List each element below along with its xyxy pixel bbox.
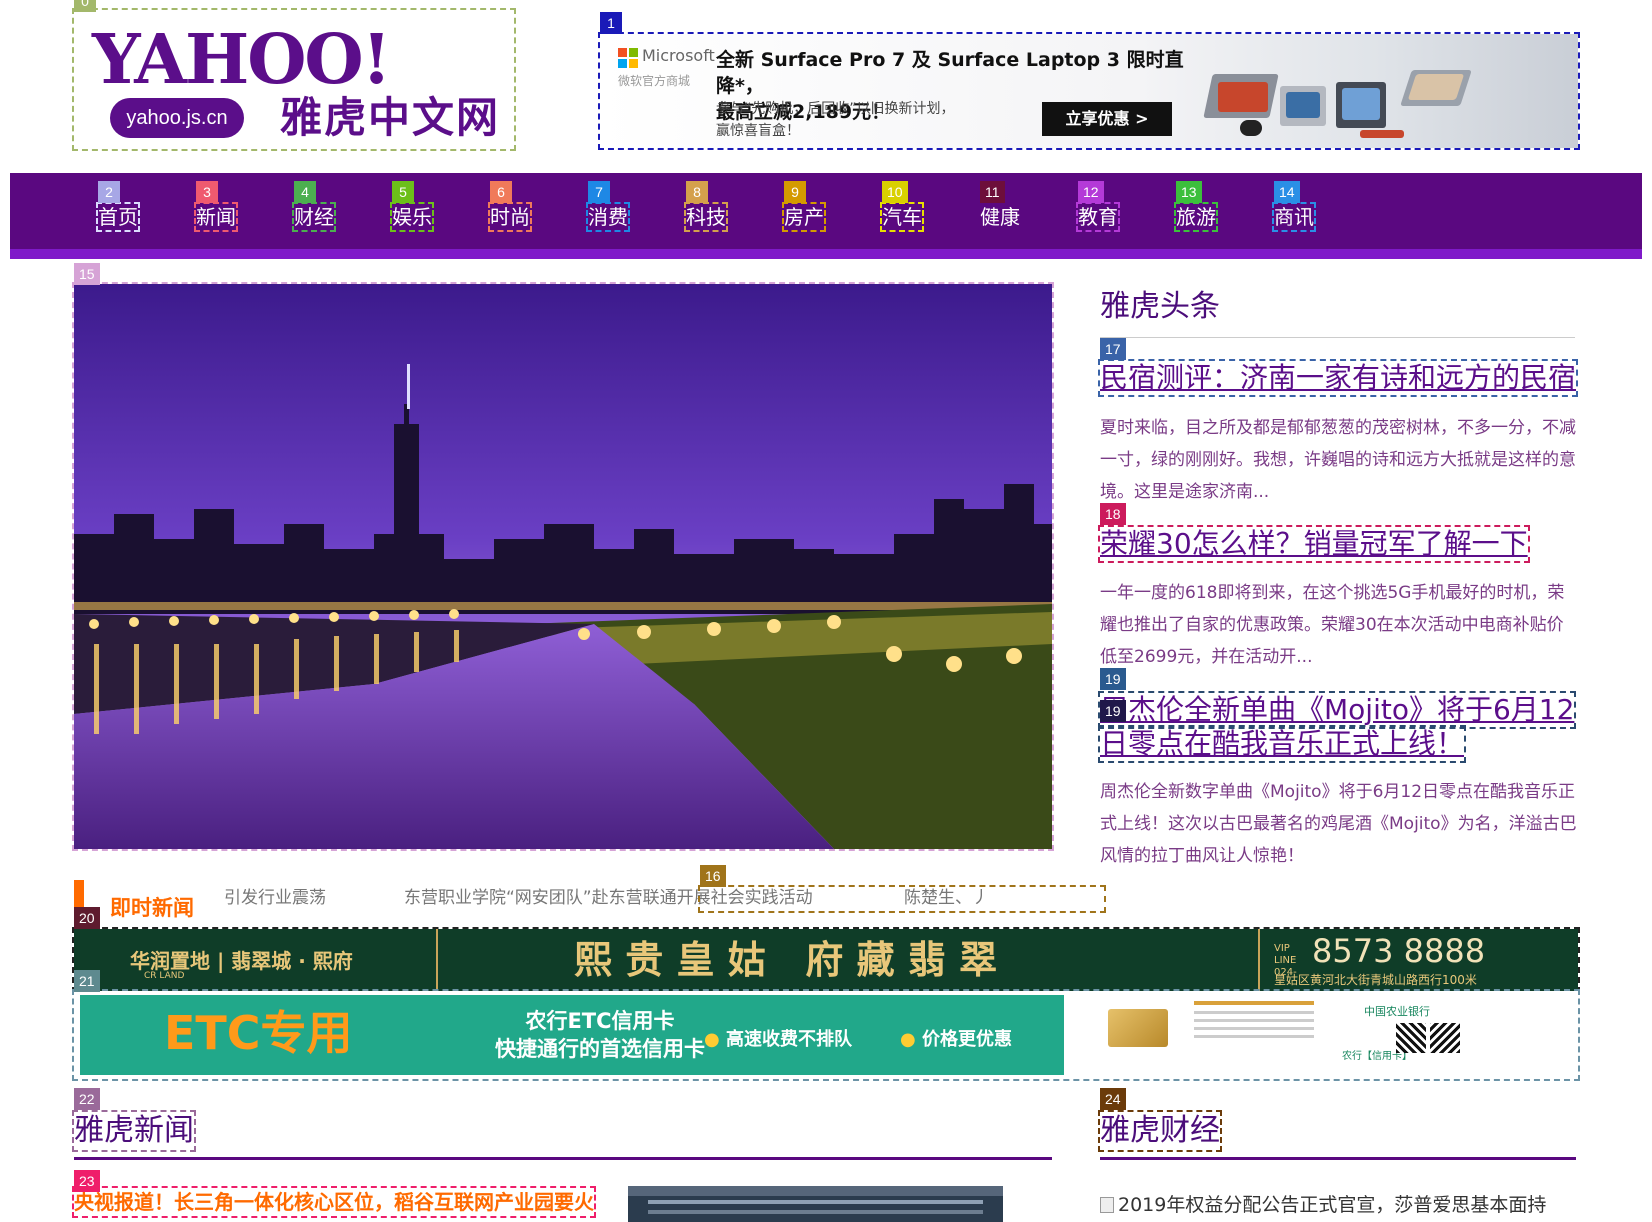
credit-card-image <box>1108 1009 1168 1047</box>
badge-12: 12 <box>1078 181 1104 203</box>
badge-22: 22 <box>74 1088 100 1110</box>
badge-19b: 19 <box>1100 700 1126 722</box>
finance-section-divider <box>1100 1157 1576 1160</box>
nav-item-education[interactable]: 教育 <box>1076 202 1120 232</box>
ad-sub-line1: 参与“先购机，后回收”以旧换新计划， <box>716 101 955 117</box>
jade-ad-brand-en: CR LAND <box>144 971 185 981</box>
jade-ad-phone: 8573 8888 <box>1312 932 1486 970</box>
nav-item-tech[interactable]: 科技 <box>684 202 728 232</box>
badge-20: 20 <box>74 907 100 929</box>
headlines-divider <box>1100 337 1575 338</box>
badge-8: 8 <box>686 181 708 203</box>
jade-ad-slogan: 熙 贵 皇 姑 府 藏 翡 翠 <box>574 937 998 982</box>
badge-10: 10 <box>882 181 908 203</box>
finance-news-item[interactable]: 2019年权益分配公告正式官宣，莎普爱思基本面持 <box>1100 1192 1546 1218</box>
logo-domain: yahoo.js.cn <box>110 98 244 138</box>
badge-21: 21 <box>74 970 100 992</box>
etc-ad-feature2-text: 价格更优惠 <box>922 1029 1012 1050</box>
ad-sub-line2: 赢惊喜盲盒！ <box>716 123 800 139</box>
badge-7: 7 <box>588 181 610 203</box>
badge-17: 17 <box>1100 338 1126 360</box>
jade-ad-brand: 华润置地 | 翡翠城 · 熙府 <box>130 949 353 973</box>
lead-news-link[interactable]: 央视报道！长三角一体化核心区位，稻谷互联网产业园要火 <box>72 1186 596 1218</box>
etc-ad-feature2: ● 价格更优惠 <box>900 1025 1012 1051</box>
logo-cn-name: 雅虎中文网 <box>280 93 501 142</box>
etc-ad-bank: 中国农业银行 <box>1364 1005 1430 1018</box>
badge-13: 13 <box>1176 181 1202 203</box>
navbar-accent-stripe <box>10 249 1642 259</box>
badge-16: 16 <box>700 865 726 887</box>
jade-property-banner-ad[interactable]: 华润置地 | 翡翠城 · 熙府 CR LAND 熙 贵 皇 姑 府 藏 翡 翠 … <box>72 927 1580 993</box>
jade-divider-right <box>1258 929 1260 991</box>
ad-cta-button[interactable]: 立享优惠 > <box>1042 102 1172 136</box>
headline-summary-homestay: 夏时来临，目之所及都是郁郁葱葱的茂密树林，不多一分，不减一寸，绿的刚刚好。我想，… <box>1100 418 1576 502</box>
ad-subtext: 参与“先购机，后回收”以旧换新计划， 赢惊喜盲盒！ <box>716 98 1016 142</box>
hero-image-link[interactable] <box>72 282 1054 851</box>
news-section-divider <box>74 1157 1052 1160</box>
nav-item-finance[interactable]: 财经 <box>292 202 336 232</box>
nav-item-business[interactable]: 商讯 <box>1272 202 1316 232</box>
ticker-item[interactable]: 引发行业震荡 <box>224 886 326 910</box>
etc-ad-feature1-text: 高速收费不排队 <box>726 1029 852 1050</box>
etc-ad-big: ETC专用 <box>164 1006 353 1060</box>
badge-0: 0 <box>74 0 96 12</box>
badge-11: 11 <box>980 181 1005 203</box>
ad-brand: Microsoft <box>642 46 715 65</box>
headline-summary-mojito: 周杰伦全新数字单曲《Mojito》将于6月12日零点在酷我音乐正式上线！这次以古… <box>1100 782 1577 866</box>
ticker-active-link[interactable] <box>698 885 1106 913</box>
check-icon: ● <box>704 1029 720 1050</box>
headline-link-mojito-line2[interactable]: 日零点在酷我音乐正式上线！ <box>1097 725 1467 763</box>
badge-23: 23 <box>74 1170 100 1192</box>
check-icon: ● <box>900 1029 916 1050</box>
badge-9: 9 <box>784 181 806 203</box>
badge-2: 2 <box>98 181 120 203</box>
jade-divider-left <box>436 929 438 991</box>
badge-18: 18 <box>1100 503 1126 525</box>
nav-item-home[interactable]: 首页 <box>96 202 140 232</box>
microsoft-surface-ad[interactable]: Microsoft 微软官方商城 全新 Surface Pro 7 及 Surf… <box>598 32 1580 150</box>
nav-item-health[interactable]: 健康 <box>980 204 1020 230</box>
qr-code-icon <box>1430 1023 1460 1053</box>
qr-code-icon <box>1396 1023 1426 1053</box>
badge-4: 4 <box>294 181 316 203</box>
badge-1: 1 <box>600 12 622 34</box>
nav-item-property[interactable]: 房产 <box>782 202 826 232</box>
nav-item-entertainment[interactable]: 娱乐 <box>390 202 434 232</box>
news-section-title-link[interactable]: 雅虎新闻 <box>72 1110 196 1152</box>
headlines-section-title: 雅虎头条 <box>1100 289 1220 324</box>
yahoo-logo: YAHOO! yahoo.js.cn 雅虎中文网 <box>92 20 512 145</box>
abc-etc-card-banner-ad[interactable]: ETC专用 农行ETC信用卡 快捷通行的首选信用卡 ● 高速收费不排队 ● 价格… <box>72 989 1580 1081</box>
etc-ad-feature1: ● 高速收费不排队 <box>704 1025 852 1051</box>
night-city-river-image <box>74 284 1052 849</box>
nav-item-fashion[interactable]: 时尚 <box>488 202 532 232</box>
badge-5: 5 <box>392 181 414 203</box>
badge-6: 6 <box>490 181 512 203</box>
nav-item-auto[interactable]: 汽车 <box>880 202 924 232</box>
badge-19: 19 <box>1100 668 1126 690</box>
microsoft-logo-icon <box>618 48 638 68</box>
headline-summary-honor30: 一年一度的618即将到来，在这个挑选5G手机最好的时机，荣耀也推出了自家的优惠政… <box>1100 583 1565 667</box>
badge-15: 15 <box>74 263 100 285</box>
jade-ad-address: 皇姑区黄河北大街青城山路西行100米 <box>1274 973 1477 987</box>
headline-link-honor30[interactable]: 荣耀30怎么样？销量冠军了解一下 <box>1098 525 1530 563</box>
finance-section-title-link[interactable]: 雅虎财经 <box>1098 1110 1222 1152</box>
headline-link-homestay[interactable]: 民宿测评：济南一家有诗和远方的民宿 <box>1097 359 1579 397</box>
badge-24: 24 <box>1100 1088 1126 1110</box>
ad-headline-line1: 全新 Surface Pro 7 及 Surface Laptop 3 限时直降… <box>716 49 1184 97</box>
headline-link-mojito-line1[interactable]: 周杰伦全新单曲《Mojito》将于6月12 <box>1097 691 1577 729</box>
nav-item-consumer[interactable]: 消费 <box>586 202 630 232</box>
nav-item-news[interactable]: 新闻 <box>194 202 238 232</box>
ticker-label: 即时新闻 <box>110 896 194 920</box>
badge-3: 3 <box>196 181 218 203</box>
news-thumbnail-image[interactable] <box>628 1186 1003 1222</box>
finance-news-text: 2019年权益分配公告正式官宣，莎普爱思基本面持 <box>1118 1194 1547 1216</box>
main-navbar <box>10 173 1642 259</box>
logo-wordmark: YAHOO! <box>92 20 392 100</box>
nav-item-travel[interactable]: 旅游 <box>1174 202 1218 232</box>
card-terms-text <box>1194 1001 1314 1063</box>
broken-image-icon <box>1100 1197 1114 1213</box>
badge-14: 14 <box>1274 181 1300 203</box>
ad-store: 微软官方商城 <box>618 74 691 88</box>
